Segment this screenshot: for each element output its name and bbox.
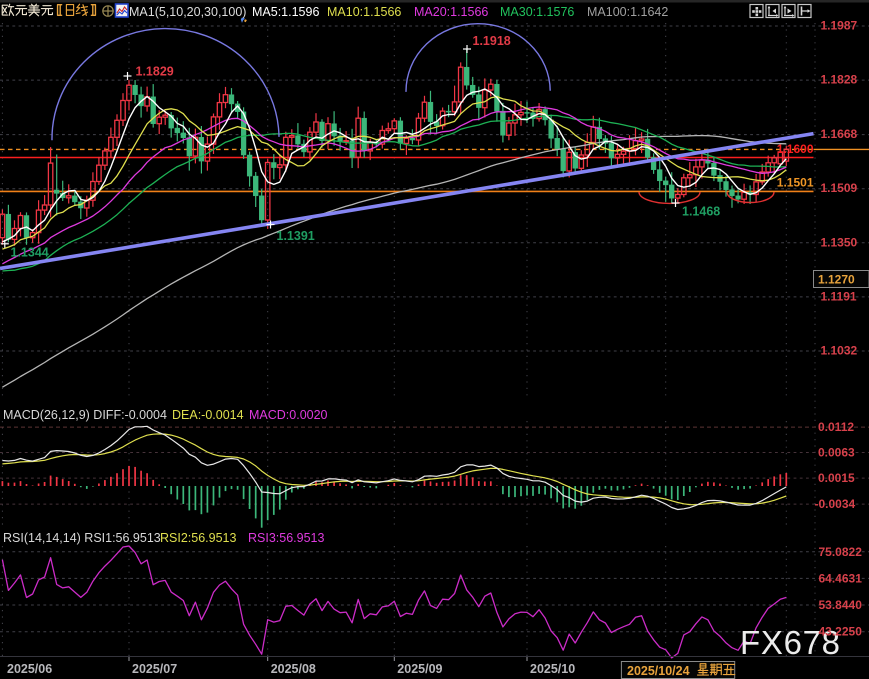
svg-text:RSI3:56.9513: RSI3:56.9513 bbox=[248, 531, 324, 545]
svg-text:75.0822: 75.0822 bbox=[819, 545, 863, 559]
svg-text:1.1468: 1.1468 bbox=[682, 205, 720, 219]
svg-text:MA1(5,10,20,30,100): MA1(5,10,20,30,100) bbox=[129, 5, 246, 19]
svg-text:1.1668: 1.1668 bbox=[821, 127, 858, 141]
svg-text:MA10:1.1566: MA10:1.1566 bbox=[327, 5, 401, 19]
svg-text:MA30:1.1576: MA30:1.1576 bbox=[500, 5, 574, 19]
svg-text:-0.0034: -0.0034 bbox=[815, 497, 856, 511]
svg-text:1.1191: 1.1191 bbox=[821, 289, 857, 303]
svg-text:1.1509: 1.1509 bbox=[821, 181, 858, 195]
svg-text:DEA:-0.0014: DEA:-0.0014 bbox=[172, 408, 244, 422]
svg-text:1.1918: 1.1918 bbox=[473, 34, 511, 48]
svg-text:0.0015: 0.0015 bbox=[818, 471, 855, 485]
svg-text:1.1032: 1.1032 bbox=[821, 344, 858, 358]
svg-text:MA20:1.1566: MA20:1.1566 bbox=[414, 5, 488, 19]
svg-text:43.2250: 43.2250 bbox=[819, 625, 863, 639]
svg-text:1.1270: 1.1270 bbox=[818, 273, 855, 287]
svg-text:1.1828: 1.1828 bbox=[821, 73, 858, 87]
svg-text:53.8440: 53.8440 bbox=[819, 598, 863, 612]
svg-text:MACD(26,12,9) DIFF:-0.0004: MACD(26,12,9) DIFF:-0.0004 bbox=[3, 408, 167, 422]
svg-text:MA100:1.1642: MA100:1.1642 bbox=[587, 5, 668, 19]
svg-text:2025/07: 2025/07 bbox=[132, 662, 177, 676]
svg-text:2025/10: 2025/10 bbox=[530, 662, 575, 676]
svg-text:1.1987: 1.1987 bbox=[821, 19, 858, 33]
svg-text:1.1501: 1.1501 bbox=[777, 176, 814, 190]
svg-text:2025/06: 2025/06 bbox=[7, 662, 52, 676]
svg-text:MA5:1.1596: MA5:1.1596 bbox=[252, 5, 319, 19]
svg-text:1.1391: 1.1391 bbox=[277, 229, 315, 243]
svg-text:2025/09: 2025/09 bbox=[397, 662, 442, 676]
svg-text:1.1344: 1.1344 bbox=[11, 246, 49, 260]
svg-text:0.0112: 0.0112 bbox=[818, 420, 854, 434]
svg-text:1.1350: 1.1350 bbox=[821, 235, 858, 249]
svg-text:0.0063: 0.0063 bbox=[818, 446, 855, 460]
svg-text:1.1829: 1.1829 bbox=[136, 65, 174, 79]
svg-text:64.4631: 64.4631 bbox=[819, 571, 863, 585]
svg-text:MACD:0.0020: MACD:0.0020 bbox=[249, 408, 328, 422]
svg-text:2025/08: 2025/08 bbox=[271, 662, 316, 676]
svg-text:1.1600: 1.1600 bbox=[777, 142, 814, 156]
svg-text:2025/10/24: 2025/10/24 bbox=[627, 664, 690, 678]
svg-text:RSI2:56.9513: RSI2:56.9513 bbox=[160, 531, 236, 545]
svg-text:RSI(14,14,14) RSI1:56.9513: RSI(14,14,14) RSI1:56.9513 bbox=[3, 531, 161, 545]
